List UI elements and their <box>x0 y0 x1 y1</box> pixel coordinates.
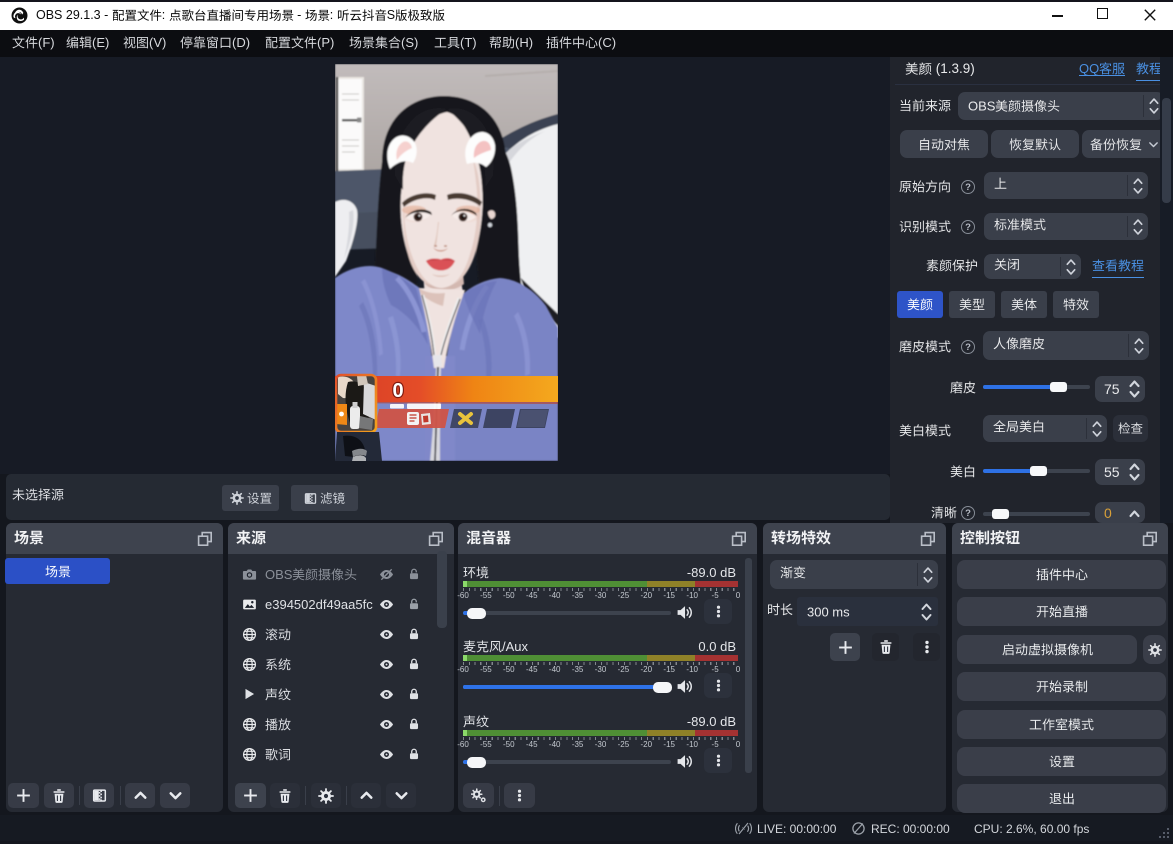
svg-text:0: 0 <box>392 380 403 402</box>
